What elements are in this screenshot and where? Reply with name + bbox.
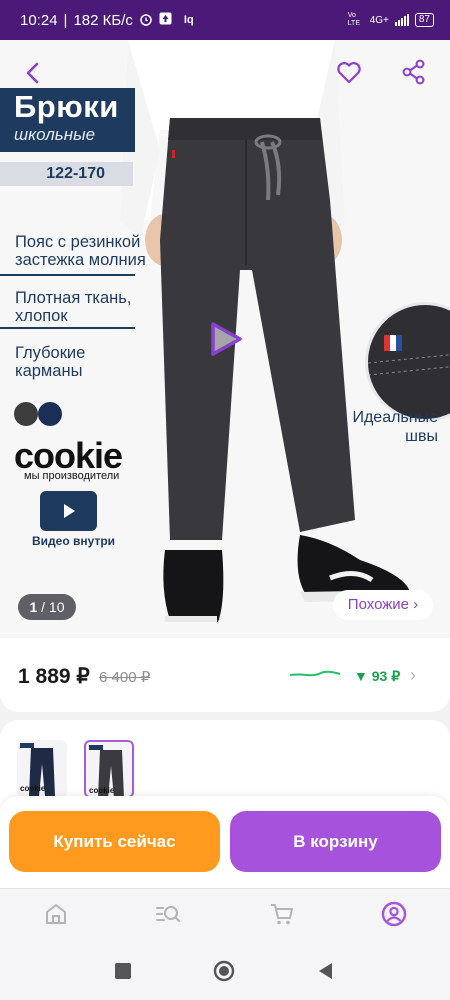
app-indicator: Iq xyxy=(183,14,194,26)
feature-waistband: Пояс с резинкой застежка молния xyxy=(15,233,146,269)
thumbnail-brand: cookie xyxy=(20,784,46,793)
circle-icon xyxy=(213,960,235,982)
back-arrow-icon xyxy=(26,62,39,84)
status-time: 10:24 xyxy=(20,11,58,29)
action-bar: Купить сейчас В корзину xyxy=(0,796,450,888)
price-card[interactable]: 1 889 ₽ 6 400 ₽ ▼ 93 ₽ › xyxy=(0,638,450,712)
product-title: Брюки xyxy=(14,89,119,124)
share-button[interactable] xyxy=(400,58,428,86)
image-counter: 1 / 10 xyxy=(18,594,76,620)
signal-icon xyxy=(394,14,409,26)
video-badge xyxy=(40,491,97,531)
system-navigation-bar xyxy=(0,940,450,1000)
cart-icon xyxy=(271,904,293,925)
recent-apps-button[interactable] xyxy=(112,960,134,982)
product-subtitle: школьные xyxy=(14,125,96,144)
tab-catalog[interactable] xyxy=(155,901,181,927)
size-range: 122-170 xyxy=(0,162,133,186)
upload-icon xyxy=(159,12,172,28)
back-nav-button[interactable] xyxy=(315,960,337,982)
battery-icon: 87 xyxy=(414,13,434,27)
catalog-search-icon xyxy=(156,906,180,922)
square-icon xyxy=(115,963,131,979)
thumbnail-brand: cookie xyxy=(89,786,115,795)
divider xyxy=(0,274,135,276)
play-icon xyxy=(63,504,75,518)
share-icon xyxy=(402,59,425,85)
variant-thumbnail-navy[interactable]: cookie xyxy=(17,740,67,798)
network-label: 4G+ xyxy=(369,14,389,26)
profile-icon xyxy=(381,901,407,927)
feature-fabric: Плотная ткань, хлопок xyxy=(15,289,132,325)
favorite-button[interactable] xyxy=(335,58,363,86)
back-button[interactable] xyxy=(18,58,48,88)
product-gallery[interactable]: Брюки школьные 122-170 Пояс с резинкой з… xyxy=(0,40,450,638)
old-price: 6 400 ₽ xyxy=(99,669,151,686)
feature-pockets: Глубокие карманы xyxy=(15,344,86,380)
play-outline-icon xyxy=(211,322,242,356)
image-counter-total: / 10 xyxy=(41,599,65,615)
tab-profile[interactable] xyxy=(381,901,407,927)
tab-home[interactable] xyxy=(43,901,69,927)
color-swatch-navy xyxy=(38,402,62,426)
video-label: Видео внутри xyxy=(32,534,116,548)
play-video-button[interactable] xyxy=(207,320,245,358)
variant-thumbnail-grey[interactable]: cookie xyxy=(84,740,134,798)
price-history-sparkline xyxy=(289,670,341,677)
divider xyxy=(0,327,135,329)
home-icon xyxy=(46,904,66,924)
add-to-cart-button[interactable]: В корзину xyxy=(230,811,441,872)
similar-button[interactable]: Похожие › xyxy=(333,590,433,620)
image-counter-current: 1 xyxy=(29,599,38,615)
buy-now-button[interactable]: Купить сейчас xyxy=(9,811,220,872)
triangle-back-icon xyxy=(319,963,332,979)
status-speed: 182 КБ/с xyxy=(73,11,133,29)
seams-label: Идеальные швы xyxy=(352,409,438,445)
brand-tagline: мы производители xyxy=(24,470,120,482)
battery-level: 87 xyxy=(418,14,430,25)
tab-cart[interactable] xyxy=(269,901,295,927)
alarm-icon xyxy=(139,12,153,29)
chevron-right-icon[interactable]: › xyxy=(410,665,416,686)
color-swatch-grey xyxy=(14,402,38,426)
volte-label: Vo LTE xyxy=(347,12,361,27)
price-drop: ▼ 93 ₽ xyxy=(354,668,401,684)
heart-icon xyxy=(337,62,361,84)
product-title-banner: Брюки школьные xyxy=(0,88,135,152)
bottom-tab-bar xyxy=(0,888,450,940)
status-bar: 10:24 | 182 КБ/с Iq Vo LTE 4G+ 87 xyxy=(0,0,450,40)
home-button[interactable] xyxy=(213,960,235,982)
current-price: 1 889 ₽ xyxy=(18,665,90,688)
